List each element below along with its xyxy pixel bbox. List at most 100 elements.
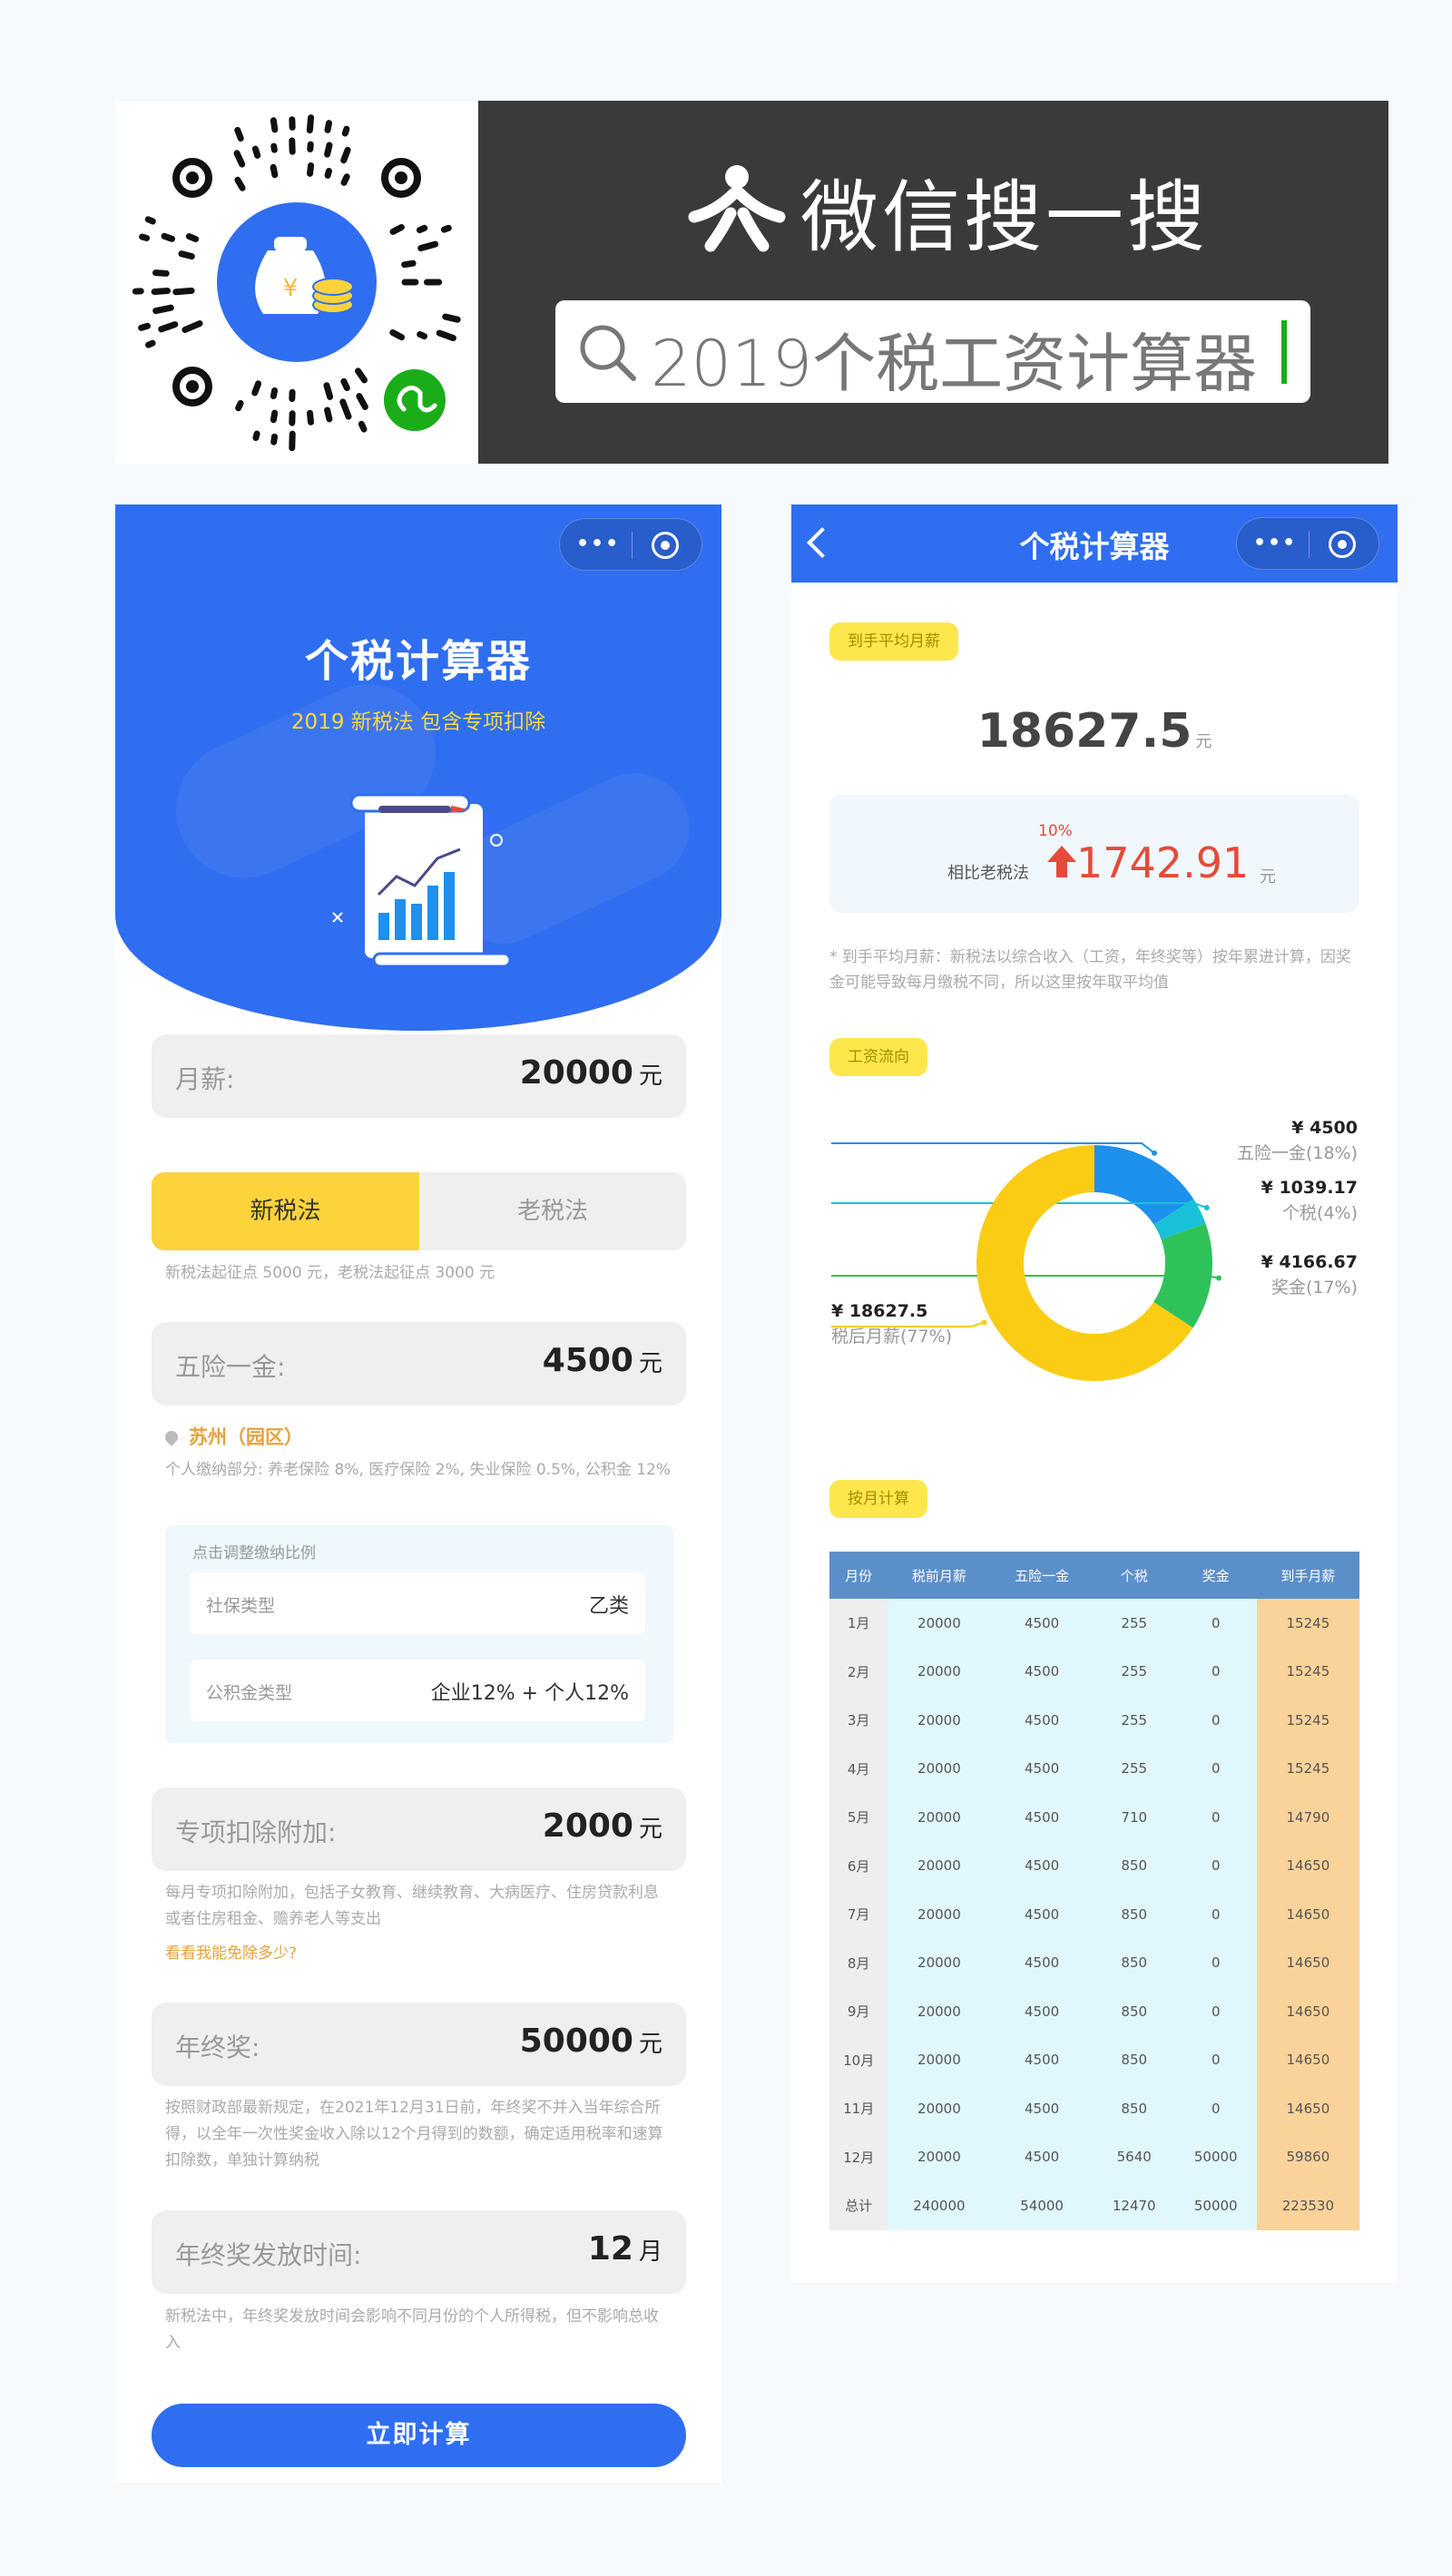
table-header-cell: 五险一金 bbox=[990, 1552, 1094, 1599]
capsule-divider bbox=[1309, 531, 1310, 558]
search-input[interactable]: 2019个税工资计算器 bbox=[555, 300, 1310, 403]
insurance-field[interactable]: 五险一金: 4500 元 bbox=[152, 1322, 686, 1406]
table-cell: 14650 bbox=[1256, 1841, 1359, 1890]
qr-module bbox=[234, 176, 246, 191]
table-cell: 20000 bbox=[888, 1987, 991, 2036]
close-ring-icon[interactable] bbox=[652, 532, 679, 559]
slice-label-insurance: ¥ 4500 bbox=[1291, 1118, 1358, 1138]
table-cell: 255 bbox=[1093, 1599, 1175, 1648]
leader-dot bbox=[1216, 1275, 1222, 1281]
qr-module bbox=[324, 167, 332, 179]
qr-module bbox=[270, 433, 279, 446]
bonus-value[interactable]: 50000 元 bbox=[520, 2023, 662, 2060]
table-cell: 20000 bbox=[888, 1841, 991, 1890]
insurance-value[interactable]: 4500 元 bbox=[543, 1342, 662, 1379]
bonus-month-amount[interactable]: 12 bbox=[588, 2230, 633, 2267]
table-cell: 850 bbox=[1093, 1890, 1175, 1939]
avg-net-salary: 18627.5 元 bbox=[791, 704, 1398, 759]
year-end-bonus-field[interactable]: 年终奖: 50000 元 bbox=[152, 2003, 686, 2086]
slice-sub-bonus: 奖金(17%) bbox=[1270, 1278, 1358, 1298]
table-cell: 0 bbox=[1174, 2084, 1257, 2133]
capsule-divider bbox=[632, 532, 633, 559]
avg-net-unit: 元 bbox=[1195, 732, 1212, 751]
social-type-value[interactable]: 乙类 bbox=[589, 1590, 629, 1619]
table-cell: 255 bbox=[1093, 1744, 1175, 1793]
table-header-cell: 奖金 bbox=[1174, 1552, 1257, 1599]
wechat-search-title: 微信搜一搜 bbox=[800, 172, 1209, 263]
increase-unit: 元 bbox=[1260, 867, 1276, 886]
qr-module bbox=[358, 420, 368, 433]
calculate-button[interactable]: 立即计算 bbox=[152, 2404, 686, 2467]
qr-module bbox=[436, 329, 456, 342]
close-ring-icon[interactable] bbox=[1329, 531, 1356, 558]
qr-module bbox=[356, 393, 368, 410]
slice-sub-net: 税后月薪(77%) bbox=[831, 1327, 953, 1347]
magnifier-icon bbox=[580, 325, 636, 381]
table-row: 3月 20000 4500 255 0 15245 bbox=[829, 1696, 1359, 1745]
special-deduction-field[interactable]: 专项扣除附加: 2000 元 bbox=[152, 1788, 686, 1871]
capsule-menu[interactable]: ••• bbox=[559, 518, 702, 571]
table-cell: 14650 bbox=[1256, 1987, 1359, 2036]
table-cell: 223530 bbox=[1256, 2181, 1359, 2230]
city-selector[interactable]: 苏州（园区） bbox=[162, 1423, 303, 1450]
tab-old-tax-law[interactable]: 老税法 bbox=[419, 1172, 686, 1250]
qr-module bbox=[270, 117, 279, 133]
qr-module bbox=[158, 321, 179, 333]
insurance-label: 五险一金: bbox=[175, 1352, 286, 1382]
wechat-search-icon bbox=[688, 165, 786, 252]
table-cell: 9月 bbox=[829, 1987, 888, 2036]
more-dots-icon[interactable]: ••• bbox=[1253, 532, 1297, 554]
leader-dot bbox=[1152, 1150, 1158, 1156]
adjust-title[interactable]: 点击调整缴纳比例 bbox=[192, 1540, 316, 1562]
report-illustration-icon bbox=[332, 793, 512, 968]
table-cell: 14650 bbox=[1256, 2035, 1359, 2084]
contribution-adjust-panel[interactable]: 点击调整缴纳比例 社保类型 乙类 公积金类型 企业12% + 个人12% bbox=[165, 1525, 673, 1743]
bonus-amount[interactable]: 50000 bbox=[520, 2023, 633, 2060]
table-cell: 4500 bbox=[990, 1599, 1094, 1648]
exemption-link[interactable]: 看看我能免除多少? bbox=[165, 1940, 297, 1963]
tab-new-tax-law[interactable]: 新税法 bbox=[152, 1172, 419, 1250]
table-cell: 20000 bbox=[888, 1890, 991, 1939]
qr-module bbox=[178, 250, 195, 260]
qr-module bbox=[251, 145, 261, 159]
avg-net-value: 18627.5 bbox=[976, 704, 1192, 759]
comparison-label: 相比老税法 bbox=[947, 864, 1029, 883]
qr-module bbox=[340, 173, 350, 186]
fund-type-value[interactable]: 企业12% + 个人12% bbox=[431, 1677, 629, 1706]
qr-module bbox=[307, 409, 315, 426]
qr-module bbox=[270, 409, 279, 424]
qr-module bbox=[442, 313, 461, 323]
up-arrow-icon bbox=[1047, 846, 1076, 862]
special-deduction-amount[interactable]: 2000 bbox=[543, 1807, 633, 1845]
more-dots-icon[interactable]: ••• bbox=[576, 533, 620, 555]
table-cell: 255 bbox=[1093, 1696, 1175, 1745]
social-type-row[interactable]: 社保类型 乙类 bbox=[190, 1572, 645, 1634]
tax-law-toggle[interactable]: 新税法 老税法 bbox=[152, 1172, 686, 1250]
special-deduction-value[interactable]: 2000 元 bbox=[543, 1807, 662, 1845]
bonus-month-field[interactable]: 年终奖发放时间: 12 月 bbox=[152, 2210, 686, 2294]
table-cell: 0 bbox=[1174, 1938, 1257, 1987]
table-cell: 2月 bbox=[829, 1647, 888, 1696]
bonus-month-unit: 月 bbox=[638, 2238, 662, 2266]
city-name[interactable]: 苏州（园区） bbox=[189, 1426, 303, 1448]
salary-field[interactable]: 月薪: 20000 元 bbox=[152, 1034, 686, 1118]
monthly-calc-pill: 按月计算 bbox=[829, 1480, 927, 1518]
table-row: 5月 20000 4500 710 0 14790 bbox=[829, 1793, 1359, 1842]
table-header-cell: 到手月薪 bbox=[1256, 1552, 1359, 1599]
mini-program-code: ¥ bbox=[115, 101, 478, 464]
bonus-month-value[interactable]: 12 月 bbox=[588, 2230, 662, 2267]
banner: ¥ 微信搜一搜 2019个税工资计算器 bbox=[115, 101, 1388, 464]
insurance-amount[interactable]: 4500 bbox=[543, 1342, 633, 1379]
table-cell: 850 bbox=[1093, 2035, 1175, 2084]
salary-value[interactable]: 20000 元 bbox=[520, 1054, 662, 1092]
table-cell: 0 bbox=[1174, 1841, 1257, 1890]
table-cell: 240000 bbox=[888, 2181, 991, 2230]
fund-type-row[interactable]: 公积金类型 企业12% + 个人12% bbox=[190, 1660, 645, 1721]
salary-amount[interactable]: 20000 bbox=[520, 1054, 633, 1092]
table-cell: 15245 bbox=[1256, 1599, 1359, 1648]
table-cell: 20000 bbox=[888, 1793, 991, 1842]
capsule-menu[interactable]: ••• bbox=[1236, 517, 1379, 570]
slice-label-tax: ¥ 1039.17 bbox=[1261, 1178, 1358, 1198]
qr-module bbox=[389, 223, 405, 235]
table-row: 9月 20000 4500 850 0 14650 bbox=[829, 1987, 1359, 2036]
